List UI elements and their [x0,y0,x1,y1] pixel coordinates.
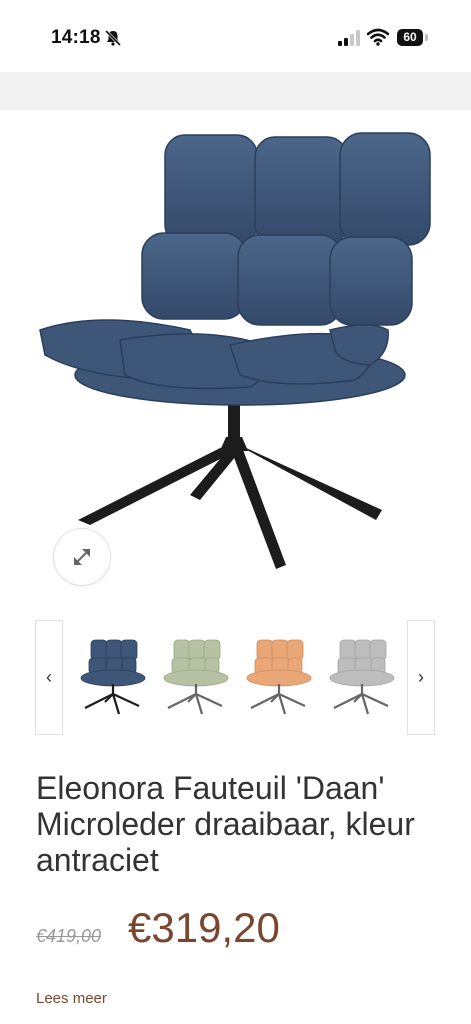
bell-slash-icon [104,29,122,47]
thumbnail-gallery: ‹ › [35,620,436,737]
current-price: €319,20 [128,904,280,951]
chevron-right-icon: › [418,667,424,687]
read-more-link[interactable]: Lees meer [36,990,107,1007]
battery-icon: 60 [397,29,429,46]
old-price: €419,00 [36,926,102,946]
header-bar [0,72,471,110]
thumbnail-orange[interactable] [243,634,315,718]
expand-icon [74,549,90,565]
thumbnail-blue[interactable] [77,634,149,718]
signal-icon [338,30,360,46]
thumbnail-sage[interactable] [160,634,232,718]
chevron-left-icon: ‹ [46,667,52,687]
thumbnail-grey[interactable] [326,634,398,718]
thumbnail-next-button[interactable]: › [407,620,435,735]
battery-level: 60 [403,30,417,44]
status-bar: 14:18 60 [0,0,471,72]
product-title: Eleonora Fauteuil 'Daan' Microleder draa… [36,770,415,878]
wifi-icon [367,28,389,46]
status-time: 14:18 [51,27,101,48]
product-image[interactable] [30,125,440,575]
zoom-button[interactable] [53,528,111,586]
thumbnail-prev-button[interactable]: ‹ [35,620,63,735]
